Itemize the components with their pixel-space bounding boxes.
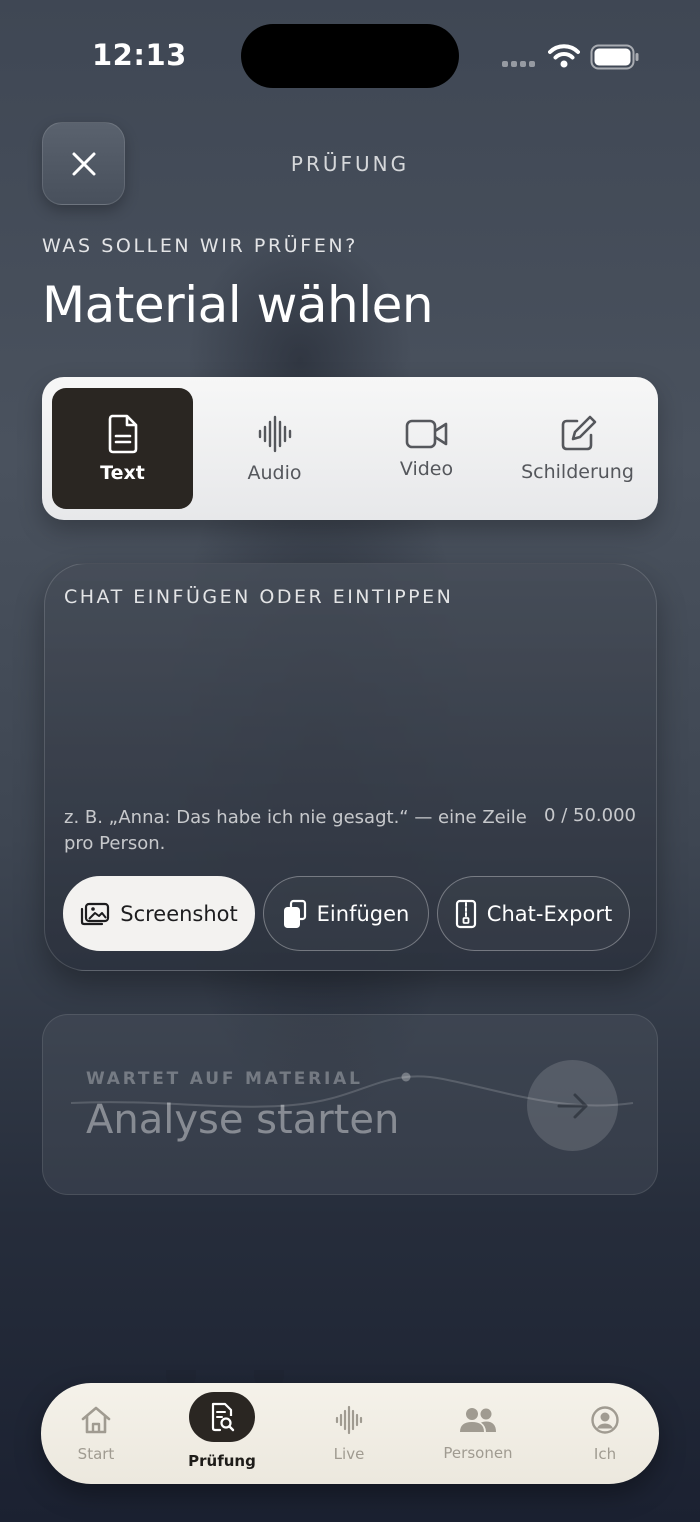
document-icon [108,414,137,453]
paste-label: Einfügen [316,901,410,926]
waveform-icon [335,1405,363,1434]
people-icon [460,1407,496,1432]
zip-file-icon [455,899,476,928]
tab-ich[interactable]: Ich [550,1383,660,1484]
tab-personen[interactable]: Personen [423,1383,533,1484]
tab-label: Prüfung [188,1451,256,1470]
intro-eyebrow: WAS SOLLEN WIR PRÜFEN? [42,235,358,257]
paste-button[interactable]: Einfügen [263,876,429,951]
page-title: Material wählen [42,276,434,334]
chat-input-placeholder[interactable]: z. B. „Anna: Das habe ich nie gesagt.“ —… [64,805,534,857]
tab-live[interactable]: Live [294,1383,404,1484]
tab-pruefung[interactable]: Prüfung [167,1383,277,1484]
header-title: PRÜFUNG [290,152,410,176]
material-tab-audio[interactable]: Audio [204,388,345,509]
tab-label: Ich [593,1444,617,1463]
waveform-icon [258,415,291,452]
start-analysis-button[interactable] [527,1060,618,1151]
wifi-icon [548,44,580,68]
material-tab-label: Video [399,457,454,480]
material-type-selector: Text Audio Video Schilderung [42,377,658,520]
material-tab-schilderung[interactable]: Schilderung [507,388,648,509]
battery-icon [590,44,639,70]
material-tab-label: Text [100,461,145,484]
tab-label: Personen [443,1443,513,1462]
dynamic-island [241,24,459,88]
paste-icon [283,899,306,928]
tab-label: Live [333,1444,365,1463]
tab-label: Start [77,1444,115,1463]
character-counter: 0 / 50.000 [544,805,636,826]
compose-icon [561,415,596,450]
material-tab-text[interactable]: Text [52,388,193,509]
chat-input-heading: CHAT EINFÜGEN ODER EINTIPPEN [64,586,454,608]
analyse-title: Analyse starten [86,1097,400,1143]
material-tab-video[interactable]: Video [356,388,497,509]
video-camera-icon [405,419,447,448]
chat-export-button[interactable]: Chat-Export [437,876,630,951]
material-tab-label: Schilderung [521,460,634,483]
tab-bar: Start Prüfung Live Personen Ich [41,1383,659,1484]
screenshot-button[interactable]: Screenshot [63,876,255,951]
tab-active-pill [189,1391,255,1442]
cellular-signal-icon [502,61,535,67]
photos-icon [81,902,110,925]
tab-start[interactable]: Start [41,1383,151,1484]
analyse-card[interactable]: WARTET AUF MATERIAL Analyse starten [42,1014,658,1195]
chat-input-card[interactable]: CHAT EINFÜGEN ODER EINTIPPEN z. B. „Anna… [44,563,657,971]
status-time: 12:13 [92,38,187,72]
screenshot-label: Screenshot [120,901,238,926]
arrow-right-icon [557,1093,587,1118]
document-search-icon [211,1402,235,1431]
analyse-eyebrow: WARTET AUF MATERIAL [86,1069,363,1089]
house-icon [81,1406,111,1433]
material-tab-label: Audio [247,461,302,484]
chat-export-label: Chat-Export [486,901,613,926]
person-circle-icon [591,1405,619,1434]
